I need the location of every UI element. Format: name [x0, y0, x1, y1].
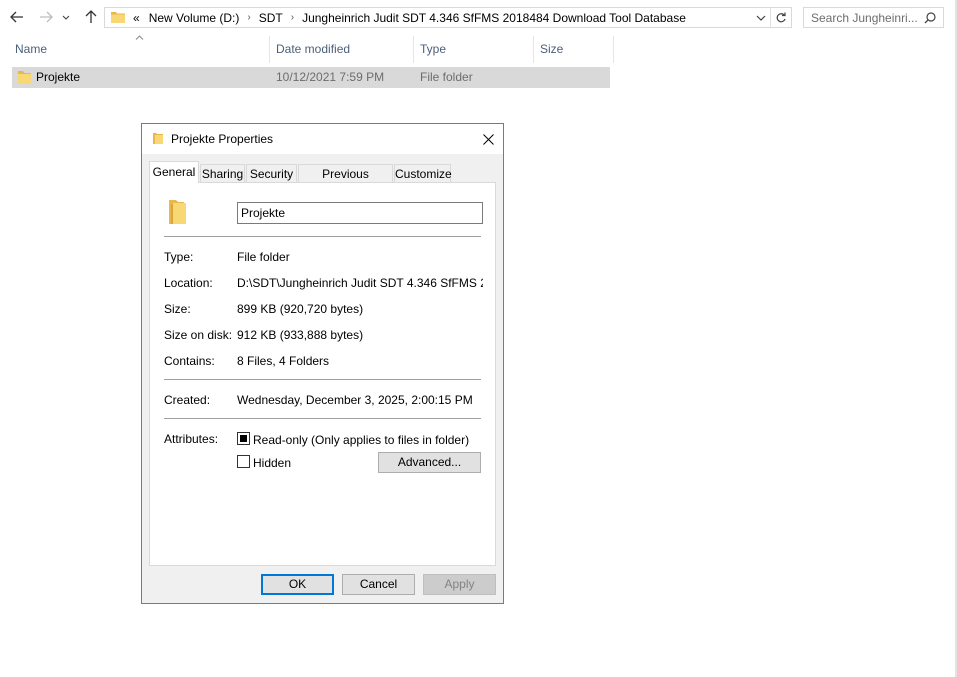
- address-bar[interactable]: « New Volume (D:) › SDT › Jungheinrich J…: [104, 7, 792, 28]
- contains-label: Contains:: [164, 354, 215, 368]
- address-dropdown-button[interactable]: [752, 8, 770, 27]
- contains-value: 8 Files, 4 Folders: [237, 354, 330, 368]
- type-label: Type:: [164, 250, 194, 264]
- refresh-button[interactable]: [771, 8, 791, 27]
- folder-icon: [18, 71, 31, 84]
- column-header-name[interactable]: Name: [15, 36, 47, 62]
- size-label: Size:: [164, 302, 191, 316]
- forward-arrow-icon: [40, 11, 53, 23]
- recent-locations-button[interactable]: [59, 6, 73, 28]
- tab-security[interactable]: Security: [246, 164, 297, 183]
- refresh-icon: [776, 12, 786, 22]
- breadcrumb-separator-icon[interactable]: ›: [247, 12, 250, 23]
- divider: [164, 379, 481, 380]
- column-divider[interactable]: [613, 36, 614, 63]
- column-divider[interactable]: [269, 36, 270, 63]
- forward-button[interactable]: [35, 6, 57, 28]
- close-button[interactable]: [473, 124, 503, 154]
- ok-button[interactable]: OK: [261, 574, 334, 595]
- size-on-disk-value: 912 KB (933,888 bytes): [237, 328, 364, 342]
- file-date-modified: 10/12/2021 7:59 PM: [276, 70, 385, 84]
- up-button[interactable]: [80, 6, 102, 28]
- up-arrow-icon: [85, 10, 97, 23]
- breadcrumb-sdt[interactable]: SDT: [259, 11, 283, 25]
- general-tab-panel: Type: File folder Location: D:\SDT\Jungh…: [149, 182, 496, 566]
- search-input[interactable]: [811, 10, 926, 25]
- column-header-size[interactable]: Size: [540, 36, 563, 62]
- file-type: File folder: [420, 70, 473, 84]
- close-icon: [482, 133, 494, 145]
- breadcrumb-current-folder[interactable]: Jungheinrich Judit SDT 4.346 SfFMS 20184…: [302, 11, 686, 25]
- tab-customize[interactable]: Customize: [394, 164, 452, 183]
- properties-dialog: Projekte Properties General Sharing Secu…: [141, 123, 504, 604]
- breadcrumb-new-volume[interactable]: New Volume (D:): [149, 11, 240, 25]
- hidden-checkbox-label[interactable]: Hidden: [253, 456, 291, 470]
- column-divider[interactable]: [413, 36, 414, 63]
- size-value: 899 KB (920,720 bytes): [237, 302, 364, 316]
- size-on-disk-label: Size on disk:: [164, 328, 233, 342]
- sort-ascending-icon: [135, 35, 144, 40]
- folder-icon: [111, 12, 125, 23]
- search-icon[interactable]: [924, 12, 936, 24]
- address-controls: [752, 8, 791, 27]
- hidden-checkbox[interactable]: [237, 455, 250, 468]
- chevron-down-icon: [756, 15, 766, 21]
- divider: [164, 418, 481, 419]
- tab-previous-versions[interactable]: Previous Versions: [298, 164, 393, 199]
- column-header-type[interactable]: Type: [420, 36, 446, 62]
- readonly-checkbox[interactable]: [237, 432, 250, 445]
- dialog-titlebar[interactable]: Projekte Properties: [142, 124, 503, 154]
- tab-general[interactable]: General: [149, 161, 199, 183]
- column-divider[interactable]: [533, 36, 534, 63]
- cancel-button[interactable]: Cancel: [342, 574, 415, 595]
- apply-button[interactable]: Apply: [423, 574, 496, 595]
- location-value[interactable]: D:\SDT\Jungheinrich Judit SDT 4.346 SfFM…: [237, 276, 483, 290]
- advanced-button[interactable]: Advanced...: [378, 452, 481, 473]
- location-label: Location:: [164, 276, 213, 290]
- folder-large-icon: [169, 200, 186, 224]
- created-value: Wednesday, December 3, 2025, 2:00:15 PM: [237, 393, 473, 407]
- back-arrow-icon: [10, 11, 23, 23]
- back-button[interactable]: [6, 6, 28, 28]
- type-value: File folder: [237, 250, 290, 264]
- tab-sharing[interactable]: Sharing: [200, 164, 245, 183]
- indeterminate-mark-icon: [240, 435, 247, 442]
- column-header-date-modified[interactable]: Date modified: [276, 36, 350, 62]
- attributes-label: Attributes:: [164, 432, 219, 446]
- chevron-down-icon: [62, 15, 70, 20]
- table-row[interactable]: Projekte 10/12/2021 7:59 PM File folder: [12, 67, 610, 88]
- dialog-title: Projekte Properties: [171, 132, 274, 146]
- search-box[interactable]: [803, 7, 944, 28]
- breadcrumb-separator-icon[interactable]: ›: [291, 12, 294, 23]
- readonly-checkbox-label[interactable]: Read-only (Only applies to files in fold…: [253, 433, 469, 447]
- address-overflow-chevron[interactable]: «: [133, 11, 140, 25]
- folder-icon: [153, 133, 163, 144]
- folder-name-field[interactable]: [237, 202, 483, 224]
- created-label: Created:: [164, 393, 211, 407]
- file-name: Projekte: [36, 70, 81, 84]
- divider: [164, 236, 481, 237]
